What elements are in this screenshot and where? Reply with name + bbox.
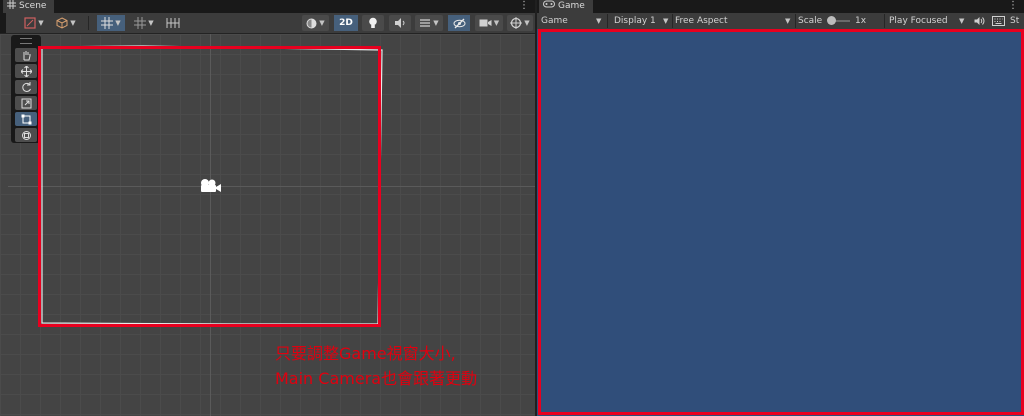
shading-sphere-icon [306,18,317,28]
toolbar-divider [884,14,885,28]
tool-palette [11,35,41,143]
hand-icon [23,50,30,60]
play-mode-dropdown[interactable]: Play Focused [889,13,948,29]
chevron-down-icon: ▼ [596,17,602,25]
aspect-dropdown[interactable]: Free Aspect [675,13,728,29]
speaker-icon [395,18,405,28]
tab-game-label: Game [558,1,585,11]
game-tab-bar: Game ⋮ [537,0,1024,13]
stats-button[interactable]: St [1010,13,1019,29]
tab-game[interactable]: Game [539,0,593,13]
game-highlight-box [538,29,1024,415]
effects-icon [420,19,431,27]
grid-snap-icon [101,17,114,29]
gizmos-icon [510,17,523,29]
annotation-line-1: 只要調整Game視窗大小, [275,344,456,363]
game-toolbar: Game ▼ Display 1 ▼ Free Aspect ▼ Scale 1… [537,13,1024,29]
speaker-icon [974,17,985,25]
scene-panel: Scene ⋮ ▼ ▼ ▼ ▼ ▼ 2D ▼ ▼ ▼ 只要調整Game視窗大小,… [0,0,535,416]
toolbar-divider [795,14,796,28]
annotation-line-2: Main Camera也會跟著更動 [275,369,478,388]
scale-value: 1x [855,16,867,26]
chevron-down-icon: ▼ [663,17,669,25]
tab-scene[interactable]: Scene [3,0,55,14]
gizmos-dropdown[interactable]: ▼ [507,15,533,31]
palette-grip[interactable] [20,38,32,44]
transform-icon [21,130,31,140]
draw-mode-dropdown[interactable]: ▼ [22,15,46,31]
keyboard-shortcuts-button[interactable] [992,16,1005,29]
increment-snap-icon [166,18,180,28]
move-tool[interactable] [15,64,37,78]
scene-tab-bar: Scene ⋮ [0,0,535,13]
cube-icon [56,17,68,29]
scene-highlight-box [38,46,381,327]
effects-dropdown[interactable]: ▼ [415,15,443,31]
keyboard-icon [992,16,1005,26]
audio-toggle-button[interactable] [389,15,411,31]
toolbar-edge [0,13,6,33]
chevron-down-icon: ▼ [785,17,791,25]
toolbar-divider [607,14,608,28]
scale-slider-thumb[interactable] [827,16,836,25]
toolbar-divider [672,14,673,28]
hidden-eye-icon [453,18,465,28]
grid-icon [134,17,147,29]
grid-visibility-dropdown[interactable]: ▼ [130,15,158,31]
shading-mode-dropdown[interactable]: ▼ [302,15,329,31]
transform-tool[interactable] [15,128,37,142]
gamepad-icon [543,0,555,13]
scale-tool[interactable] [15,96,37,110]
increment-snap-dropdown[interactable] [161,15,185,31]
game-more-icon[interactable]: ⋮ [1008,0,1018,13]
scene-visibility-toggle[interactable] [448,15,470,31]
chevron-down-icon: ▼ [959,17,965,25]
game-panel: Game ⋮ Game ▼ Display 1 ▼ Free Aspect ▼ … [537,0,1024,416]
toolbar-divider [88,16,89,30]
video-camera-icon [479,19,492,27]
grid-icon [7,0,16,14]
display-dropdown[interactable]: Display 1 [614,13,656,29]
grid-snap-dropdown[interactable]: ▼ [97,15,125,31]
orientation-dropdown[interactable]: ▼ [53,15,79,31]
hand-tool[interactable] [15,48,37,62]
scene-toolbar: ▼ ▼ ▼ ▼ ▼ 2D ▼ ▼ ▼ [0,13,535,34]
rect-transform-icon [21,114,31,124]
scale-icon [21,98,31,108]
lighting-toggle-button[interactable] [362,15,384,31]
rotate-tool[interactable] [15,80,37,94]
scene-more-icon[interactable]: ⋮ [519,0,529,13]
scale-label: Scale [798,16,823,26]
move-arrows-icon [20,65,32,77]
mute-audio-button[interactable] [974,16,985,29]
rotate-icon [21,81,31,92]
tab-scene-label: Scene [19,1,47,11]
game-view-dropdown[interactable]: Game [541,13,568,29]
toggle-2d-button[interactable]: 2D [334,15,358,31]
lightbulb-icon [369,17,377,28]
camera-settings-dropdown[interactable]: ▼ [475,15,503,31]
shaded-mode-icon [24,17,36,29]
rect-tool[interactable] [15,112,37,126]
